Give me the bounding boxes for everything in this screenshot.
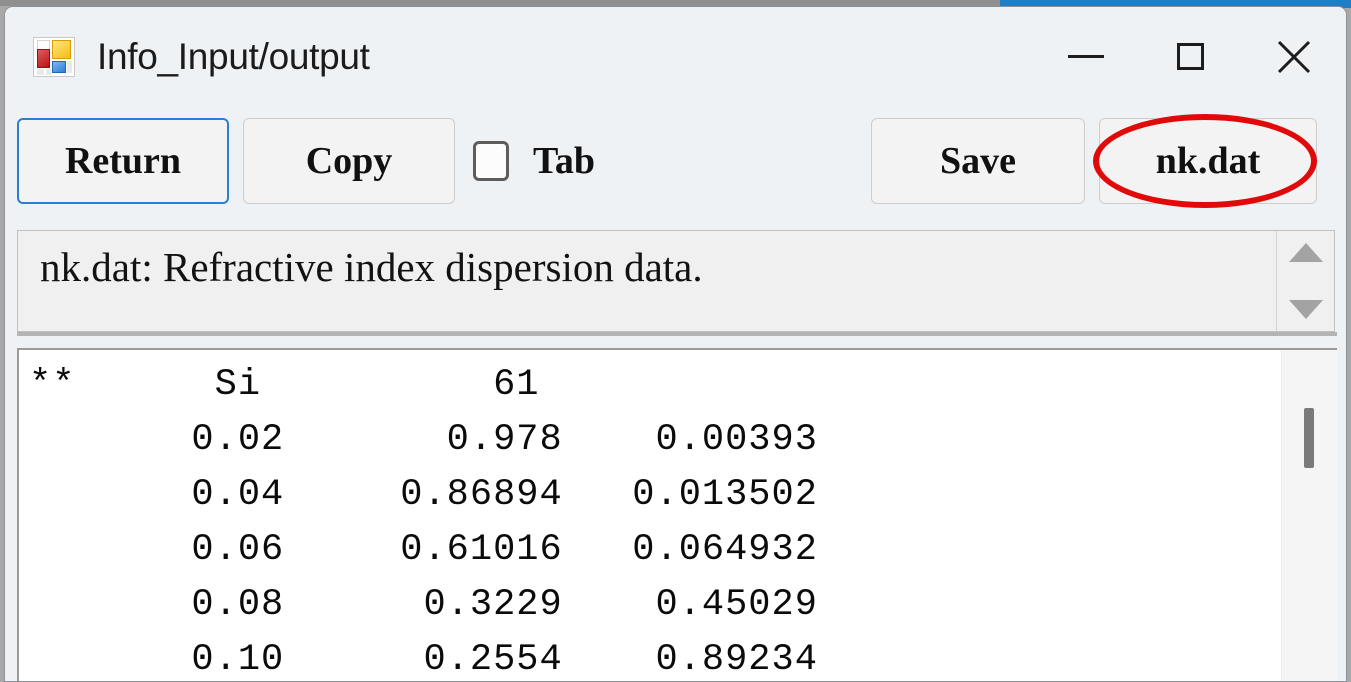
minimize-button[interactable]	[1034, 7, 1138, 106]
tab-checkbox[interactable]	[473, 141, 509, 181]
data-vertical-scrollbar[interactable]	[1281, 350, 1337, 681]
caption-button-group	[1034, 7, 1346, 106]
tab-checkbox-label: Tab	[533, 140, 595, 182]
maximize-icon	[1176, 43, 1204, 70]
save-button[interactable]: Save	[871, 118, 1085, 204]
winforms-app-icon	[33, 36, 75, 77]
nk-dat-file-button[interactable]: nk.dat	[1099, 118, 1317, 204]
info-panel-divider	[17, 332, 1337, 336]
info-description-text: nk.dat: Refractive index dispersion data…	[40, 244, 703, 290]
data-text-content[interactable]: ** Si 61 0.02 0.978 0.00393 0.04 0.86894…	[19, 350, 1281, 681]
title-bar[interactable]: Info_Input/output	[5, 7, 1346, 106]
info-panel: nk.dat: Refractive index dispersion data…	[17, 230, 1335, 332]
triangle-up-icon[interactable]	[1288, 243, 1323, 262]
window-title: Info_Input/output	[97, 35, 370, 77]
maximize-button[interactable]	[1138, 7, 1242, 106]
tab-checkbox-group[interactable]: Tab	[473, 118, 595, 204]
toolbar: Return Copy Tab Save nk.dat	[5, 106, 1346, 216]
info-scrollbar[interactable]	[1276, 231, 1334, 331]
minimize-icon	[1068, 55, 1104, 58]
app-window: Info_Input/output Return Copy Tab Save n…	[4, 6, 1347, 682]
return-button[interactable]: Return	[17, 118, 229, 204]
triangle-down-icon[interactable]	[1288, 300, 1323, 319]
close-icon	[1277, 40, 1311, 73]
data-text-area[interactable]: ** Si 61 0.02 0.978 0.00393 0.04 0.86894…	[17, 348, 1337, 681]
close-button[interactable]	[1242, 7, 1346, 106]
copy-button[interactable]: Copy	[243, 118, 455, 204]
scrollbar-thumb[interactable]	[1304, 408, 1314, 468]
